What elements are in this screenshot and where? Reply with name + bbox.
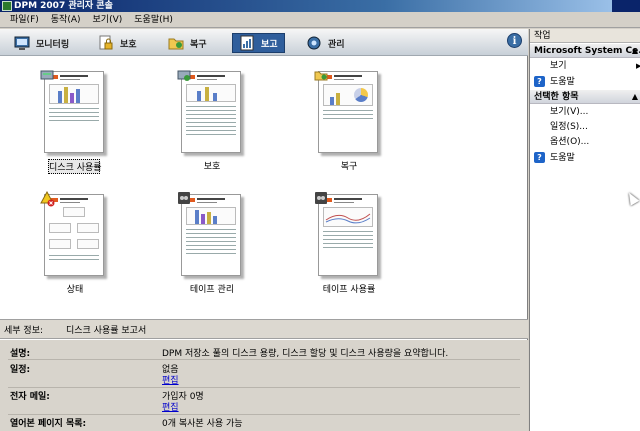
history-value: 0개 복사본 사용 가능 xyxy=(162,419,243,429)
management-gear-icon xyxy=(306,35,322,51)
tab-recovery[interactable]: 복구 xyxy=(168,33,207,53)
recovery-folder-icon xyxy=(168,35,184,51)
tab-protection[interactable]: 보호 xyxy=(98,33,137,53)
report-label: 테이프 사용률 xyxy=(322,285,376,295)
collapse-icon[interactable]: ▲ xyxy=(632,44,638,57)
tab-reporting-label: 보고 xyxy=(261,39,278,50)
report-label: 디스크 사용률 xyxy=(48,159,102,174)
menu-view[interactable]: 보기(V) xyxy=(87,12,129,28)
reporting-icon xyxy=(239,35,255,51)
report-label: 보호 xyxy=(203,162,221,172)
protection-lock-icon xyxy=(98,35,114,51)
action-label: 보기(V)... xyxy=(550,107,589,117)
report-thumbnail xyxy=(318,71,378,153)
schedule-edit-link[interactable]: 편집 xyxy=(162,373,179,386)
menu-file[interactable]: 파일(F) xyxy=(4,12,45,28)
report-tape-management[interactable]: 테이프 관리 xyxy=(167,191,257,295)
tab-monitoring-label: 모니터링 xyxy=(36,39,70,50)
action-options[interactable]: 옵션(O)... xyxy=(550,136,589,148)
email-label: 전자 메일: xyxy=(10,392,50,402)
report-protection[interactable]: 보호 xyxy=(167,68,257,172)
tab-monitoring[interactable]: 모니터링 xyxy=(14,33,69,53)
email-edit-link[interactable]: 편집 xyxy=(162,400,179,413)
submenu-arrow-icon: ▶ xyxy=(636,62,640,70)
actions-section-title: Microsoft System Ce... xyxy=(534,46,640,56)
action-help-selected[interactable]: 도움말 xyxy=(550,152,575,164)
tape-usage-report-icon xyxy=(314,191,328,205)
details-header-value: 디스크 사용률 보고서 xyxy=(66,325,147,336)
action-label: 도움말 xyxy=(550,153,575,163)
history-label: 열어본 페이지 목록: xyxy=(10,419,87,429)
action-view-selected[interactable]: 보기(V)... xyxy=(550,106,588,118)
details-header-label: 세부 정보: xyxy=(4,325,44,336)
tab-management-label: 관리 xyxy=(328,39,345,50)
protection-report-icon xyxy=(177,68,191,82)
action-view-label: 보기 xyxy=(550,61,567,71)
report-thumbnail xyxy=(181,71,241,153)
report-status[interactable]: 상태 xyxy=(30,190,120,295)
details-pane: 설명: DPM 저장소 풀의 디스크 용량, 디스크 할당 및 디스크 사용량을… xyxy=(0,340,528,431)
action-help[interactable]: 도움말 xyxy=(550,76,575,88)
action-schedule[interactable]: 일정(S)... xyxy=(550,121,588,133)
info-icon[interactable]: i xyxy=(507,33,522,48)
report-disk-usage[interactable]: 디스크 사용률 xyxy=(30,68,120,174)
report-recovery[interactable]: 복구 xyxy=(304,68,394,172)
nav-tab-bar: 모니터링 보호 복구 보고 관리 i xyxy=(0,29,528,56)
actions-section-title: 선택한 항목 xyxy=(534,92,579,102)
help-icon: ? xyxy=(534,76,545,87)
schedule-label: 일정: xyxy=(10,365,31,375)
status-warning-error-icon xyxy=(40,190,55,207)
action-label: 옵션(O)... xyxy=(550,137,590,147)
close-button[interactable] xyxy=(626,0,640,12)
monitoring-icon xyxy=(14,35,30,51)
help-icon: ? xyxy=(534,152,545,163)
actions-section-console[interactable]: Microsoft System Ce... ▲ xyxy=(530,44,640,58)
details-header: 세부 정보: 디스크 사용률 보고서 xyxy=(0,319,528,339)
report-thumbnail xyxy=(44,71,104,153)
report-label: 테이프 관리 xyxy=(189,285,235,295)
main-pane: 모니터링 보호 복구 보고 관리 i 디스크 사용률 보호 복구 상태 테이프 … xyxy=(0,29,528,431)
tape-management-report-icon xyxy=(177,191,191,205)
description-label: 설명: xyxy=(10,349,31,359)
report-label: 복구 xyxy=(340,162,358,172)
app-icon xyxy=(2,1,12,11)
report-thumbnail xyxy=(181,194,241,276)
tab-management[interactable]: 관리 xyxy=(306,33,345,53)
action-label: 일정(S)... xyxy=(550,122,588,132)
menu-bar: 파일(F) 동작(A) 보기(V) 도움말(H) xyxy=(0,12,640,28)
tab-protection-label: 보호 xyxy=(120,39,137,50)
recovery-report-icon xyxy=(314,68,328,82)
tab-reporting[interactable]: 보고 xyxy=(232,33,285,53)
report-label: 상태 xyxy=(66,285,84,295)
report-tape-usage[interactable]: 테이프 사용률 xyxy=(304,191,394,295)
menu-help[interactable]: 도움말(H) xyxy=(128,12,179,28)
actions-title: 작업 xyxy=(530,29,640,43)
menu-action[interactable]: 동작(A) xyxy=(45,12,87,28)
window-title: DPM 2007 관리자 콘솔 xyxy=(14,1,113,11)
tab-recovery-label: 복구 xyxy=(190,39,207,50)
report-thumbnail xyxy=(318,194,378,276)
actions-pane: 작업 Microsoft System Ce... ▲ 보기 ▶ 도움말 ? 선… xyxy=(529,29,640,431)
action-view[interactable]: 보기 ▶ xyxy=(550,60,640,72)
action-help-label: 도움말 xyxy=(550,77,575,87)
description-value: DPM 저장소 풀의 디스크 용량, 디스크 할당 및 디스크 사용량을 요약합… xyxy=(162,349,449,359)
actions-section-selected[interactable]: 선택한 항목 ▲ xyxy=(530,90,640,104)
disk-usage-report-icon xyxy=(40,68,54,82)
title-bar: DPM 2007 관리자 콘솔 xyxy=(0,0,640,12)
minimize-button[interactable] xyxy=(612,0,626,12)
collapse-icon[interactable]: ▲ xyxy=(632,90,638,103)
